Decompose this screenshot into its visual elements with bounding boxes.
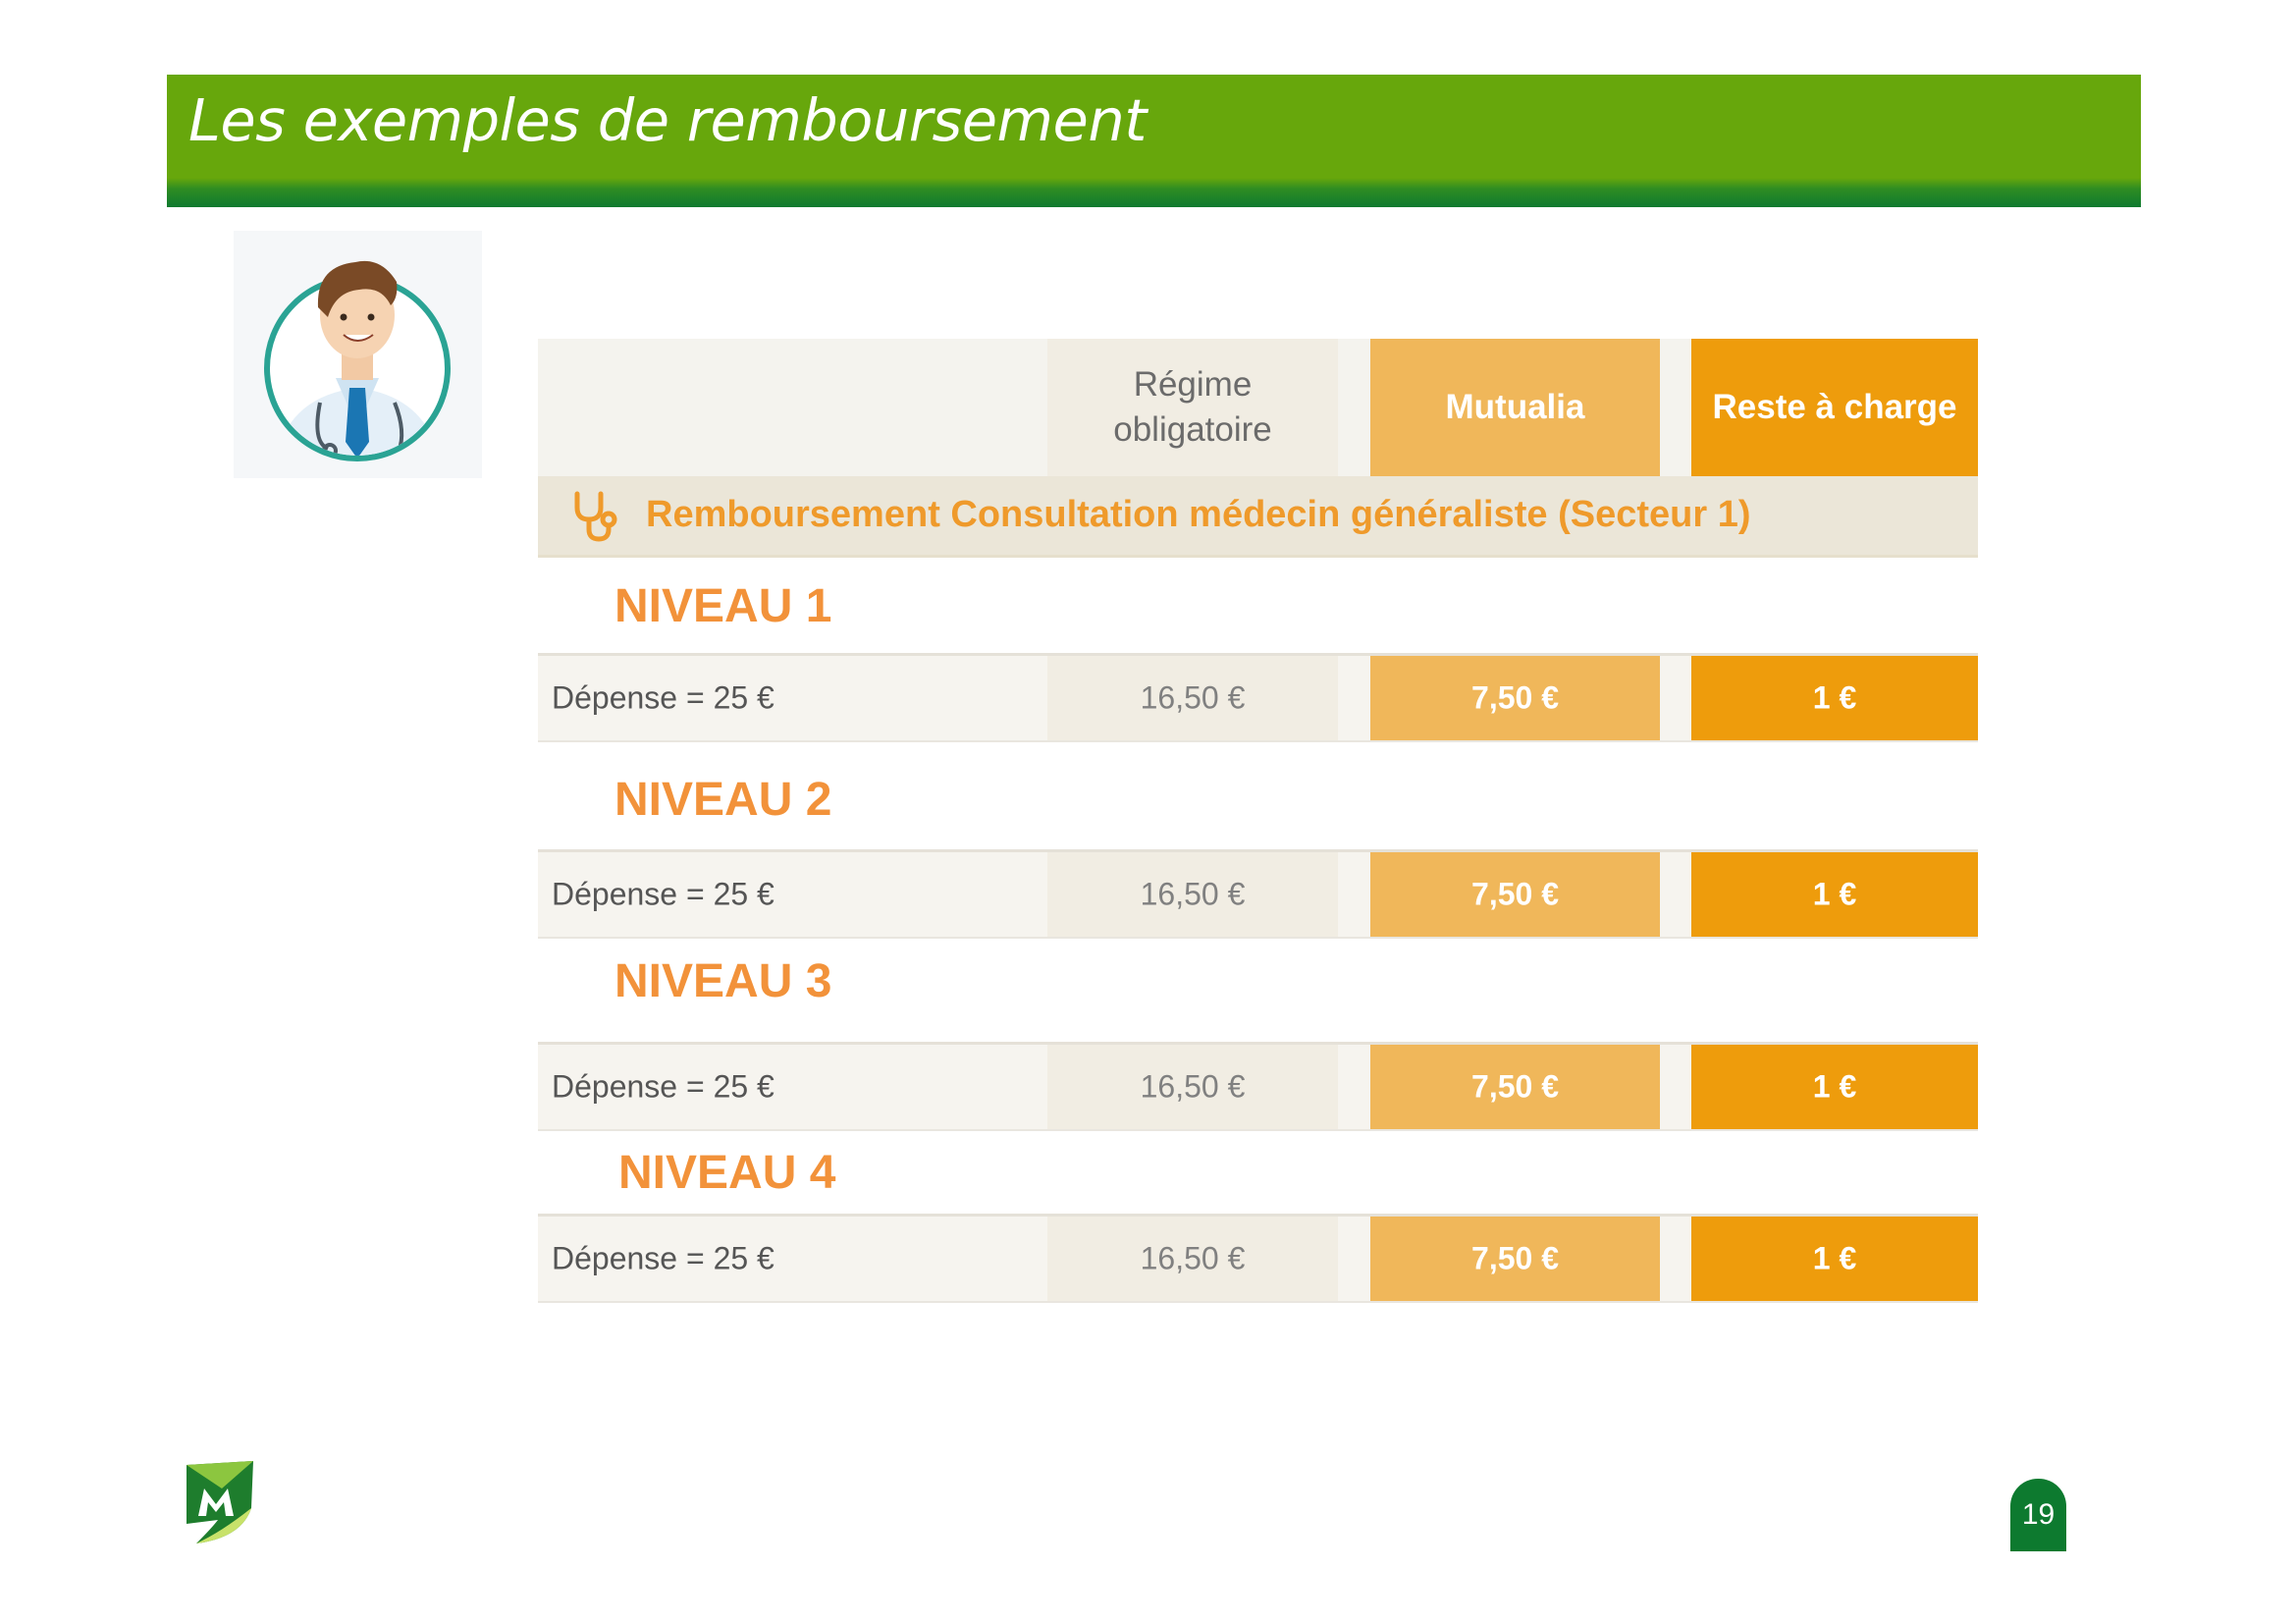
- title-bar: Les exemples de remboursement: [167, 75, 2141, 207]
- header-mutualia: Mutualia: [1370, 339, 1660, 476]
- level-title: NIVEAU 2: [614, 774, 832, 826]
- row-label: Dépense = 25 €: [552, 1240, 774, 1276]
- regime-value: 16,50 €: [1140, 1240, 1246, 1276]
- row-label: Dépense = 25 €: [552, 1068, 774, 1105]
- page-number: 19: [2010, 1479, 2066, 1551]
- mutualia-logo-icon: [187, 1461, 253, 1543]
- table-row: Dépense = 25 € 16,50 € 7,50 € 1 €: [538, 849, 1978, 939]
- doctor-icon: [264, 260, 451, 461]
- stethoscope-icon: [574, 491, 617, 542]
- header-regime-line1: Régime: [1133, 365, 1253, 404]
- page-title: Les exemples de remboursement: [188, 86, 1147, 154]
- section-band: Remboursement Consultation médecin génér…: [538, 476, 1978, 558]
- level-title: NIVEAU 1: [614, 580, 832, 632]
- regime-value: 16,50 €: [1140, 1068, 1246, 1105]
- reste-value: 1 €: [1812, 679, 1857, 716]
- mutualia-value: 7,50 €: [1471, 1068, 1559, 1105]
- header-regime: Régime obligatoire: [1047, 339, 1338, 476]
- reste-value: 1 €: [1812, 1068, 1857, 1105]
- table-header: Régime obligatoire Mutualia Reste à char…: [538, 339, 1978, 476]
- table-row: Dépense = 25 € 16,50 € 7,50 € 1 €: [538, 653, 1978, 742]
- mutualia-value: 7,50 €: [1471, 876, 1559, 912]
- reste-value: 1 €: [1812, 876, 1857, 912]
- doctor-avatar: [234, 231, 482, 478]
- table-row: Dépense = 25 € 16,50 € 7,50 € 1 €: [538, 1214, 1978, 1303]
- section-title: Remboursement Consultation médecin génér…: [646, 494, 1751, 535]
- regime-value: 16,50 €: [1140, 876, 1246, 912]
- header-empty-cell: [538, 339, 1047, 476]
- table-row: Dépense = 25 € 16,50 € 7,50 € 1 €: [538, 1042, 1978, 1131]
- level-title: NIVEAU 3: [614, 955, 832, 1007]
- header-reste: Reste à charge: [1691, 339, 1978, 476]
- mutualia-value: 7,50 €: [1471, 1240, 1559, 1276]
- regime-value: 16,50 €: [1140, 679, 1246, 716]
- header-regime-line2: obligatoire: [1113, 410, 1272, 449]
- row-label: Dépense = 25 €: [552, 679, 774, 716]
- mutualia-value: 7,50 €: [1471, 679, 1559, 716]
- row-label: Dépense = 25 €: [552, 876, 774, 912]
- reste-value: 1 €: [1812, 1240, 1857, 1276]
- level-title: NIVEAU 4: [618, 1147, 836, 1199]
